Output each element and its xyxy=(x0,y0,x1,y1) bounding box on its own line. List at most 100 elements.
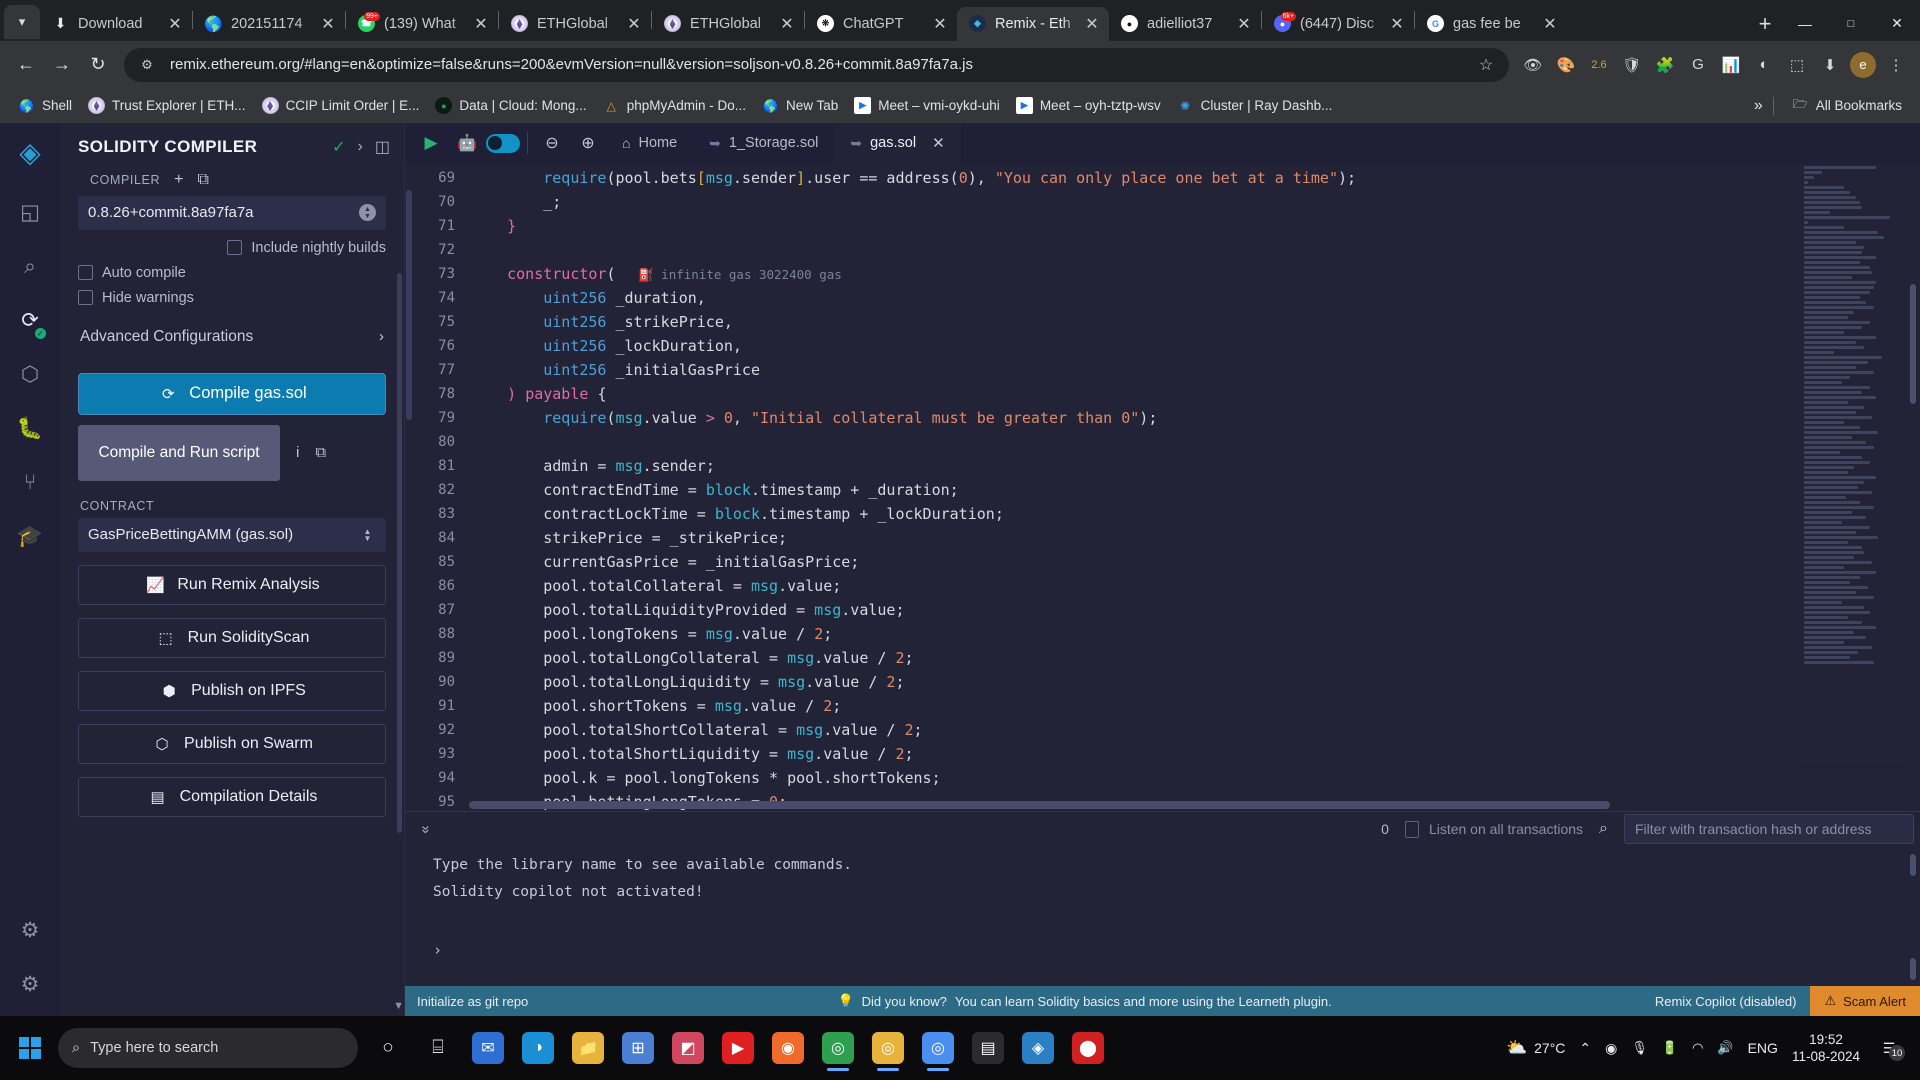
chart-icon[interactable]: 📊 xyxy=(1715,49,1747,81)
code-line[interactable]: 84 strikePrice = _strikePrice; xyxy=(413,526,1796,550)
version-badge[interactable]: 2.6 xyxy=(1583,49,1615,81)
auto-compile-row[interactable]: Auto compile xyxy=(78,265,386,281)
code-line[interactable]: 76 uint256 _lockDuration, xyxy=(413,334,1796,358)
terminal-search-icon[interactable]: ⌕ xyxy=(1593,820,1614,838)
hide-warnings-checkbox[interactable] xyxy=(78,290,93,306)
task-view-icon[interactable]: ○ xyxy=(364,1022,412,1074)
code-line[interactable]: 92 pool.totalShortCollateral = msg.value… xyxy=(413,718,1796,742)
code-line[interactable]: 71 } xyxy=(413,214,1796,238)
include-nightly-checkbox[interactable] xyxy=(227,240,243,256)
tab-close-button[interactable]: ✕ xyxy=(1081,13,1103,35)
terminal-scroll-down[interactable] xyxy=(1910,958,1916,980)
screen-record-icon[interactable]: ◉ xyxy=(1605,1040,1617,1057)
store-icon[interactable]: ⊞ xyxy=(614,1022,662,1074)
forward-button[interactable]: → xyxy=(44,47,80,83)
zoom-in-button[interactable]: ⊕ xyxy=(570,126,606,160)
side-panel-scrollbar[interactable] xyxy=(397,272,402,833)
colorful-icon[interactable]: ◐ xyxy=(1748,49,1780,81)
browser-tab[interactable]: ● 6k+ (6447) Disc ✕ xyxy=(1262,7,1414,41)
code-line[interactable]: 86 pool.totalCollateral = msg.value; xyxy=(413,574,1796,598)
code-line[interactable]: 81 admin = msg.sender; xyxy=(413,454,1796,478)
start-button[interactable] xyxy=(6,1024,54,1072)
plugin-manager-icon[interactable]: ⚙ xyxy=(8,908,52,952)
action-publish-on-ipfs[interactable]: ⬢ Publish on IPFS xyxy=(78,670,386,711)
chrome-icon[interactable]: ◎ xyxy=(814,1022,862,1074)
code-line[interactable]: 74 uint256 _duration, xyxy=(413,286,1796,310)
deploy-run-icon[interactable]: ⬡ xyxy=(8,353,52,397)
code-line[interactable]: 87 pool.totalLiquidityProvided = msg.val… xyxy=(413,598,1796,622)
code-line[interactable]: 89 pool.totalLongCollateral = msg.value … xyxy=(413,646,1796,670)
debugger-icon[interactable]: 🐛 xyxy=(8,407,52,451)
info-icon[interactable]: i xyxy=(296,444,299,461)
settings-icon[interactable]: ⚙ xyxy=(8,962,52,1006)
bookmark-item[interactable]: 🌎 New Tab xyxy=(754,93,846,118)
postman-icon[interactable]: ◉ xyxy=(764,1022,812,1074)
tab-close-button[interactable]: ✕ xyxy=(1233,13,1255,35)
browser-tab[interactable]: ETHGlobal ✕ xyxy=(652,7,804,41)
load-compiler-icon[interactable]: ⧉ xyxy=(197,171,208,189)
transaction-filter-input[interactable]: Filter with transaction hash or address xyxy=(1624,814,1914,844)
bookmark-item[interactable]: CCIP Limit Order | E... xyxy=(254,93,428,118)
wifi-icon[interactable]: ◠ xyxy=(1692,1040,1703,1056)
new-tab-button[interactable]: + xyxy=(1748,9,1782,39)
advanced-configurations-toggle[interactable]: Advanced Configurations › xyxy=(78,315,386,359)
weather-widget[interactable]: ⛅ 27°C xyxy=(1506,1038,1565,1058)
chrome-beta-icon[interactable]: ◎ xyxy=(914,1022,962,1074)
terminal-icon[interactable]: ▤ xyxy=(964,1022,1012,1074)
compile-and-run-script-button[interactable]: Compile and Run script xyxy=(78,424,280,481)
kebab-menu-icon[interactable]: ⋮ xyxy=(1880,49,1912,81)
recorder-icon[interactable]: ⬤ xyxy=(1064,1022,1112,1074)
action-run-remix-analysis[interactable]: 📈 Run Remix Analysis xyxy=(78,564,386,605)
battery-icon[interactable]: 🔋 xyxy=(1662,1040,1678,1056)
home-tab[interactable]: ⌂ Home xyxy=(606,123,693,164)
hide-warnings-row[interactable]: Hide warnings xyxy=(78,290,386,306)
action-publish-on-swarm[interactable]: ⬡ Publish on Swarm xyxy=(78,723,386,764)
download-icon[interactable]: ⬇ xyxy=(1814,49,1846,81)
code-line[interactable]: 72 xyxy=(413,238,1796,262)
maximize-button[interactable]: □ xyxy=(1828,7,1874,41)
code-line[interactable]: 69 require(pool.bets[msg.sender].user ==… xyxy=(413,166,1796,190)
action-run-solidityscan[interactable]: ⬚ Run SolidityScan xyxy=(78,617,386,658)
code-line[interactable]: 90 pool.totalLongLiquidity = msg.value /… xyxy=(413,670,1796,694)
code-line[interactable]: 80 xyxy=(413,430,1796,454)
editor-tab[interactable]: ➥ 1_Storage.sol xyxy=(693,123,834,164)
youtube-icon[interactable]: ▶ xyxy=(714,1022,762,1074)
browser-tab-active[interactable]: ◈ Remix - Eth ✕ xyxy=(957,6,1109,41)
tab-close-button[interactable]: ✕ xyxy=(470,13,492,35)
puzzle-icon[interactable]: 🧩 xyxy=(1649,49,1681,81)
compile-button[interactable]: ⟳ Compile gas.sol xyxy=(78,372,386,415)
learneth-icon[interactable]: 🎓 xyxy=(8,515,52,559)
editor-tab-close-button[interactable]: ✕ xyxy=(932,134,945,152)
file-explorer-icon[interactable]: ◱ xyxy=(8,191,52,235)
site-settings-icon[interactable]: ⚙ xyxy=(136,54,158,76)
bookmark-item[interactable]: ▶ Meet – oyh-tztp-wsv xyxy=(1008,93,1169,118)
chrome-active-icon[interactable]: ◎ xyxy=(864,1022,912,1074)
tab-close-button[interactable]: ✕ xyxy=(1386,13,1408,35)
add-compiler-icon[interactable]: + xyxy=(174,171,183,189)
panel-expand-icon[interactable]: › xyxy=(358,138,363,156)
code-line[interactable]: 70 _; xyxy=(413,190,1796,214)
remix-logo[interactable]: ◈ xyxy=(8,131,52,175)
eye-icon[interactable]: 👁 xyxy=(1517,49,1549,81)
tab-close-button[interactable]: ✕ xyxy=(164,13,186,35)
terminal-collapse-button[interactable]: » xyxy=(411,821,441,838)
zoom-out-button[interactable]: ⊖ xyxy=(534,126,570,160)
code-line[interactable]: 79 require(msg.value > 0, "Initial colla… xyxy=(413,406,1796,430)
taskbar-search[interactable]: ⌕ Type here to search xyxy=(58,1028,358,1068)
code-line[interactable]: 91 pool.shortTokens = msg.value / 2; xyxy=(413,694,1796,718)
tab-search-button[interactable]: ▾ xyxy=(4,4,40,39)
code-vertical-scrollbar[interactable] xyxy=(1906,163,1920,811)
paint-icon[interactable]: 🎨 xyxy=(1550,49,1582,81)
contract-select[interactable]: GasPriceBettingAMM (gas.sol) ▲ ▼ xyxy=(78,517,386,552)
solidity-compiler-icon[interactable]: ⟳ ✓ xyxy=(8,299,52,343)
code-line[interactable]: 82 contractEndTime = block.timestamp + _… xyxy=(413,478,1796,502)
code-line[interactable]: 83 contractLockTime = block.timestamp + … xyxy=(413,502,1796,526)
action-compilation-details[interactable]: ▤ Compilation Details xyxy=(78,776,386,817)
code-line[interactable]: 94 pool.k = pool.longTokens * pool.short… xyxy=(413,766,1796,790)
language-indicator[interactable]: ENG xyxy=(1748,1040,1778,1056)
bookmark-item[interactable]: ▶ Meet – vmi-oykd-uhi xyxy=(846,93,1008,118)
auto-compile-checkbox[interactable] xyxy=(78,265,93,281)
terminal-scroll-up[interactable] xyxy=(1910,854,1916,876)
bookmarks-overflow-button[interactable]: » xyxy=(1754,97,1763,115)
browser-tab[interactable]: ⬇ Download ✕ xyxy=(40,7,192,41)
